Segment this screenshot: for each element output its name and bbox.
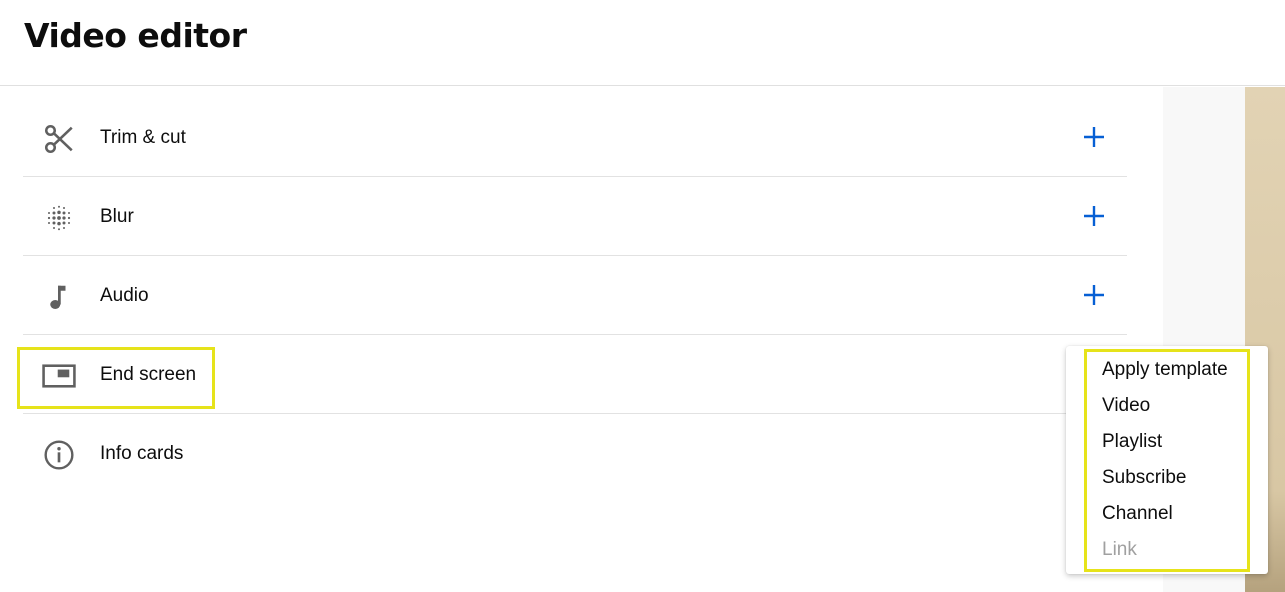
menu-item-video[interactable]: Video (1102, 395, 1150, 417)
video-editor-page: Video editor Trim & cut Blur Audio End s… (0, 0, 1285, 592)
tool-row-end-screen[interactable]: End screen (23, 335, 1127, 414)
tool-label-blur: Blur (100, 206, 134, 227)
tool-row-info-cards[interactable]: Info cards (23, 414, 1127, 493)
end-screen-icon (41, 358, 77, 394)
plus-icon (1084, 206, 1104, 226)
tool-row-audio[interactable]: Audio (23, 256, 1127, 335)
tool-label-audio: Audio (100, 285, 149, 306)
menu-item-link: Link (1102, 539, 1137, 560)
tool-row-trim[interactable]: Trim & cut (23, 98, 1127, 177)
menu-item-playlist[interactable]: Playlist (1102, 431, 1162, 453)
tool-label-trim: Trim & cut (100, 127, 186, 148)
menu-item-channel[interactable]: Channel (1102, 503, 1173, 525)
tool-label-end-screen: End screen (100, 364, 197, 385)
scissors-icon (41, 121, 77, 157)
plus-icon (1084, 285, 1104, 305)
music-note-icon (41, 279, 77, 315)
plus-icon (1084, 127, 1104, 147)
end-screen-menu: Apply template Video Playlist Subscribe … (1066, 346, 1268, 574)
editor-tools-list: Trim & cut Blur Audio End screen Info ca… (23, 98, 1127, 493)
add-audio-button[interactable] (1079, 280, 1109, 310)
tool-label-info-cards: Info cards (100, 443, 184, 464)
menu-item-apply-template[interactable]: Apply template (1102, 359, 1228, 381)
blur-icon (41, 200, 77, 236)
add-blur-button[interactable] (1079, 201, 1109, 231)
info-icon (41, 437, 77, 473)
add-trim-button[interactable] (1079, 122, 1109, 152)
tool-row-blur[interactable]: Blur (23, 177, 1127, 256)
menu-item-subscribe[interactable]: Subscribe (1102, 467, 1187, 489)
page-title: Video editor (24, 16, 247, 55)
page-header: Video editor (0, 0, 1285, 86)
